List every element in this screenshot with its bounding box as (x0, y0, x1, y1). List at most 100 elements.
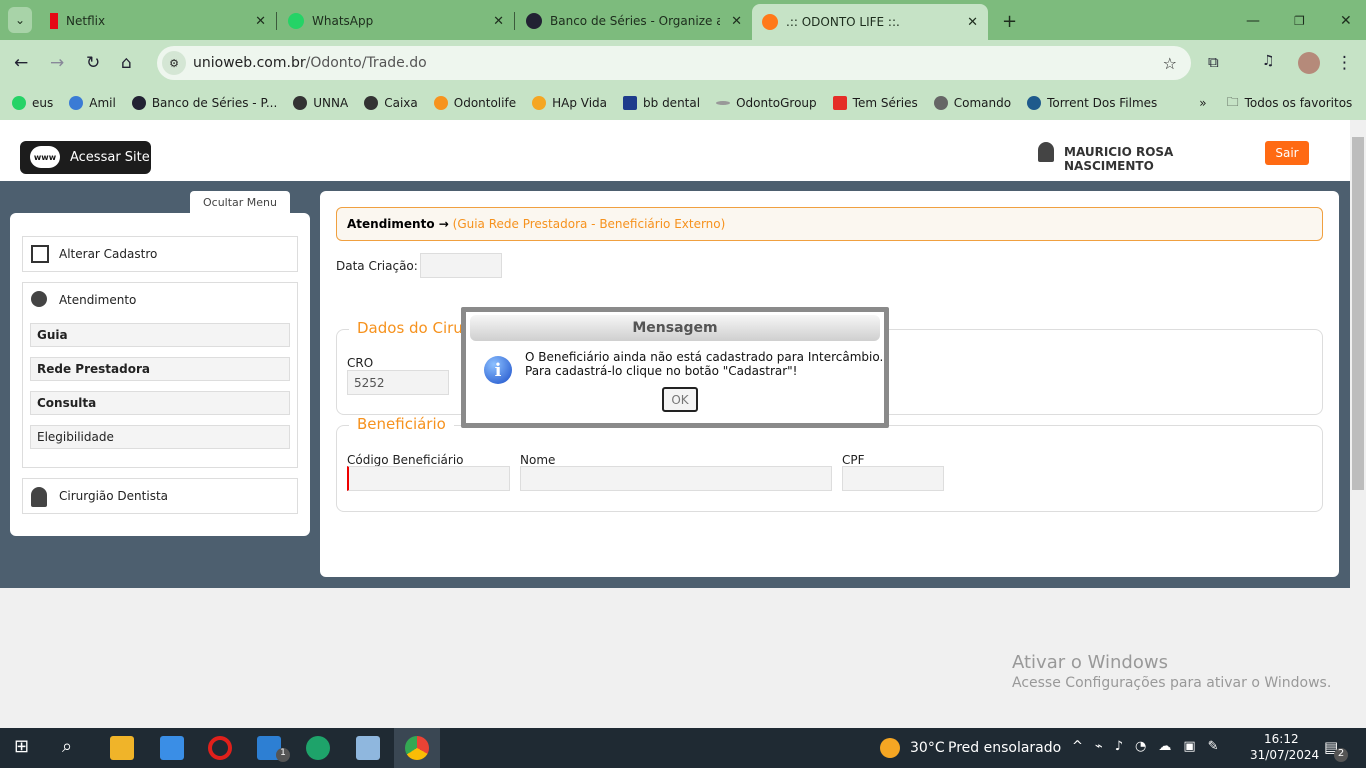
bookmark[interactable]: Comando (933, 96, 1011, 110)
sidebar-item-alterar-cadastro[interactable]: Alterar Cadastro (22, 236, 298, 272)
data-criacao-input[interactable] (420, 253, 502, 278)
dentist-icon (31, 487, 47, 507)
cro-input[interactable]: 5252 (347, 370, 449, 395)
ocultar-menu-button[interactable]: Ocultar Menu (190, 191, 290, 213)
mail-badge: 1 (276, 748, 290, 762)
more-bookmarks-icon[interactable]: » (1199, 96, 1206, 110)
bookmark[interactable]: bb dental (623, 96, 700, 110)
dialog-message: O Beneficiário ainda não está cadastrado… (525, 350, 884, 378)
browser-toolbar: ← → ↻ ⌂ ⚙ unioweb.com.br/Odonto/Trade.do… (0, 40, 1366, 86)
chrome-icon (405, 736, 429, 760)
close-tab-icon[interactable]: ✕ (731, 14, 742, 29)
close-window-button[interactable]: ✕ (1330, 6, 1362, 36)
close-tab-icon[interactable]: ✕ (967, 15, 978, 30)
url-path: /Odonto/Trade.do (305, 55, 427, 71)
system-tray-icons[interactable]: ^⌁♪◔☁▣✎ (1072, 739, 1231, 754)
clock-time[interactable]: 16:12 (1264, 732, 1299, 746)
sair-button[interactable]: Sair (1265, 141, 1309, 165)
url-host: unioweb.com.br (193, 55, 306, 71)
bookmark[interactable]: OdontoGroup (716, 96, 817, 110)
bookmark[interactable]: UNNA (293, 96, 348, 110)
sidebar-group-atendimento: Atendimento Guia Rede Prestadora Consult… (22, 282, 298, 468)
tab-bar: ⌄ Netflix ✕ WhatsApp ✕ Banco de Séries - O… (0, 0, 1366, 40)
menu-icon[interactable]: ⋮ (1336, 53, 1353, 73)
site-settings-icon[interactable]: ⚙ (162, 51, 186, 75)
bookmark[interactable]: Caixa (364, 96, 418, 110)
netflix-icon (50, 13, 58, 29)
reload-icon[interactable]: ↻ (86, 53, 100, 73)
bookmark[interactable]: eus (12, 96, 53, 110)
bookmark[interactable]: Banco de Séries - P... (131, 96, 277, 110)
notifications-badge: 2 (1334, 748, 1348, 762)
ok-button[interactable]: OK (662, 387, 698, 412)
extensions-icon[interactable]: ⧉ (1208, 53, 1219, 71)
breadcrumb-current[interactable]: (Guia Rede Prestadora - Beneficiário Ext… (453, 217, 726, 231)
banco-series-icon (526, 13, 542, 29)
temperature[interactable]: 30°C (910, 740, 945, 756)
tab-search-button[interactable]: ⌄ (8, 7, 32, 33)
bookmarks-bar: eus Amil Banco de Séries - P... UNNA Cai… (0, 86, 1366, 120)
bookmark[interactable]: Odontolife (433, 96, 516, 110)
tab-banco-series[interactable]: Banco de Séries - Organize as s ✕ (516, 6, 752, 36)
start-icon[interactable]: ⊞ (14, 736, 38, 760)
home-icon[interactable]: ⌂ (121, 53, 132, 73)
sidebar-sub-elegibilidade[interactable]: Elegibilidade (30, 425, 290, 449)
tab-label: WhatsApp (312, 14, 374, 28)
breadcrumb: Atendimento → (Guia Rede Prestadora - Be… (336, 207, 1323, 241)
new-tab-button[interactable]: + (992, 6, 1027, 36)
sidebar-item-cirurgiao[interactable]: Cirurgião Dentista (22, 478, 298, 514)
chrome-taskbar-button[interactable] (394, 728, 440, 768)
nome-input[interactable] (520, 466, 832, 491)
acessar-site-button[interactable]: www Acessar Site (20, 141, 151, 174)
sidebar-item-atendimento[interactable]: Atendimento (23, 283, 297, 317)
cro-label: CRO (347, 356, 374, 370)
data-criacao-label: Data Criação: (336, 259, 418, 273)
store-icon[interactable] (160, 736, 184, 760)
edge-icon[interactable] (306, 736, 330, 760)
clock-date[interactable]: 31/07/2024 (1250, 748, 1319, 762)
sidebar-sub-consulta[interactable]: Consulta (30, 391, 290, 415)
minimize-button[interactable]: — (1236, 6, 1270, 36)
photos-icon[interactable] (356, 736, 380, 760)
file-explorer-icon[interactable] (110, 736, 134, 760)
dialog-title: Mensagem (470, 315, 880, 341)
weather-icon[interactable] (880, 738, 900, 758)
activation-watermark: Ativar o Windows Acesse Configurações par… (1012, 652, 1332, 691)
close-tab-icon[interactable]: ✕ (255, 14, 266, 29)
tab-whatsapp[interactable]: WhatsApp ✕ (278, 6, 514, 36)
whatsapp-icon (288, 13, 304, 29)
profile-avatar[interactable] (1298, 52, 1320, 74)
forward-icon[interactable]: → (50, 53, 64, 73)
close-tab-icon[interactable]: ✕ (493, 14, 504, 29)
bookmark[interactable]: Amil (69, 96, 116, 110)
all-bookmarks[interactable]: 🗀 Todos os favoritos (1227, 93, 1353, 114)
restore-button[interactable]: ❐ (1284, 6, 1315, 36)
sidebar-label: Alterar Cadastro (59, 247, 158, 261)
sidebar-sub-rede-prestadora[interactable]: Rede Prestadora (30, 357, 290, 381)
codigo-beneficiario-input[interactable] (347, 466, 510, 491)
address-bar[interactable]: ⚙ unioweb.com.br/Odonto/Trade.do ☆ (157, 46, 1191, 80)
scrollbar-thumb[interactable] (1352, 137, 1364, 490)
bookmark[interactable]: Torrent Dos Filmes (1027, 96, 1157, 110)
sidebar: Alterar Cadastro Atendimento Guia Rede P… (10, 213, 310, 536)
info-icon: i (484, 356, 512, 384)
opera-icon[interactable] (208, 736, 232, 760)
chat-user-icon (31, 291, 47, 307)
search-icon[interactable]: ⌕ (62, 736, 86, 760)
sidebar-sub-guia[interactable]: Guia (30, 323, 290, 347)
weather-text[interactable]: Pred ensolarado (948, 740, 1061, 756)
bookmark[interactable]: HAp Vida (532, 96, 607, 110)
dados-legend: Dados do Cirur (349, 319, 477, 337)
tab-odontolife[interactable]: .:: ODONTO LIFE ::. ✕ (752, 4, 988, 40)
media-icon[interactable]: ♫ (1262, 53, 1275, 69)
tab-netflix[interactable]: Netflix ✕ (40, 6, 276, 36)
acessar-site-label: Acessar Site (70, 150, 150, 165)
cpf-input[interactable] (842, 466, 944, 491)
odontolife-icon (762, 14, 778, 30)
star-icon[interactable]: ☆ (1163, 54, 1177, 73)
back-icon[interactable]: ← (14, 53, 28, 73)
tab-label: Netflix (66, 14, 106, 28)
edit-icon (31, 245, 49, 263)
bookmark[interactable]: Tem Séries (832, 96, 918, 110)
codigo-label: Código Beneficiário (347, 453, 464, 467)
